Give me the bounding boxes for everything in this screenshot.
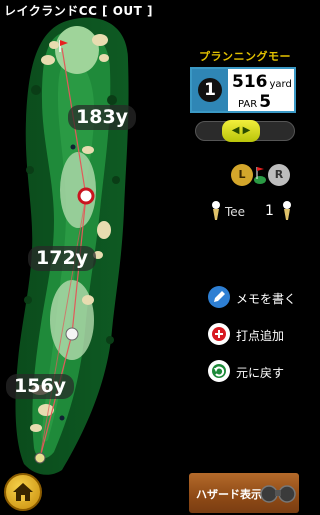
- tee-value: 1: [265, 203, 274, 219]
- par-info: PAR 5: [238, 92, 271, 112]
- undo-icon: [208, 360, 230, 382]
- hazard-display-button[interactable]: ハザード表示: [189, 473, 299, 513]
- waypoint-marker: [65, 327, 79, 341]
- hole-slider[interactable]: ◀ ▶: [195, 120, 295, 142]
- tee-icon: [212, 201, 220, 220]
- hole-info-box: 1 516 yard PAR 5: [190, 67, 296, 113]
- green-right-button[interactable]: R: [268, 164, 290, 186]
- tee-selector[interactable]: Tee 1: [209, 200, 299, 224]
- pencil-icon: [208, 286, 230, 308]
- hole-number: 1: [198, 78, 222, 102]
- hazard-label: ハザード表示: [196, 488, 262, 501]
- par-value: 5: [259, 92, 272, 112]
- target-marker: [77, 187, 95, 205]
- tee-icon-right: [283, 201, 291, 220]
- yardage: 516 yard: [232, 72, 292, 92]
- home-icon: [13, 483, 33, 501]
- green: [55, 26, 99, 74]
- add-point-label: 打点追加: [236, 329, 285, 343]
- tee-label: Tee: [225, 205, 246, 219]
- binoculars-icon: [260, 485, 296, 503]
- home-button[interactable]: [4, 473, 42, 511]
- memo-label: メモを書く: [236, 292, 297, 306]
- slider-knob[interactable]: ◀ ▶: [222, 120, 260, 142]
- distance-marker-156: 156y: [6, 374, 75, 399]
- yardage-unit: yard: [269, 79, 292, 90]
- yardage-value: 516: [232, 72, 268, 92]
- add-point-icon: [208, 323, 230, 345]
- distance-marker-172: 172y: [28, 246, 97, 271]
- tee-marker: [34, 452, 46, 464]
- undo-label: 元に戻す: [236, 366, 285, 380]
- distance-marker-183: 183y: [68, 105, 137, 130]
- par-label: PAR: [238, 99, 258, 110]
- green-flag-icon: [254, 167, 266, 184]
- hole-map[interactable]: [0, 0, 190, 480]
- green-left-button[interactable]: L: [231, 164, 253, 186]
